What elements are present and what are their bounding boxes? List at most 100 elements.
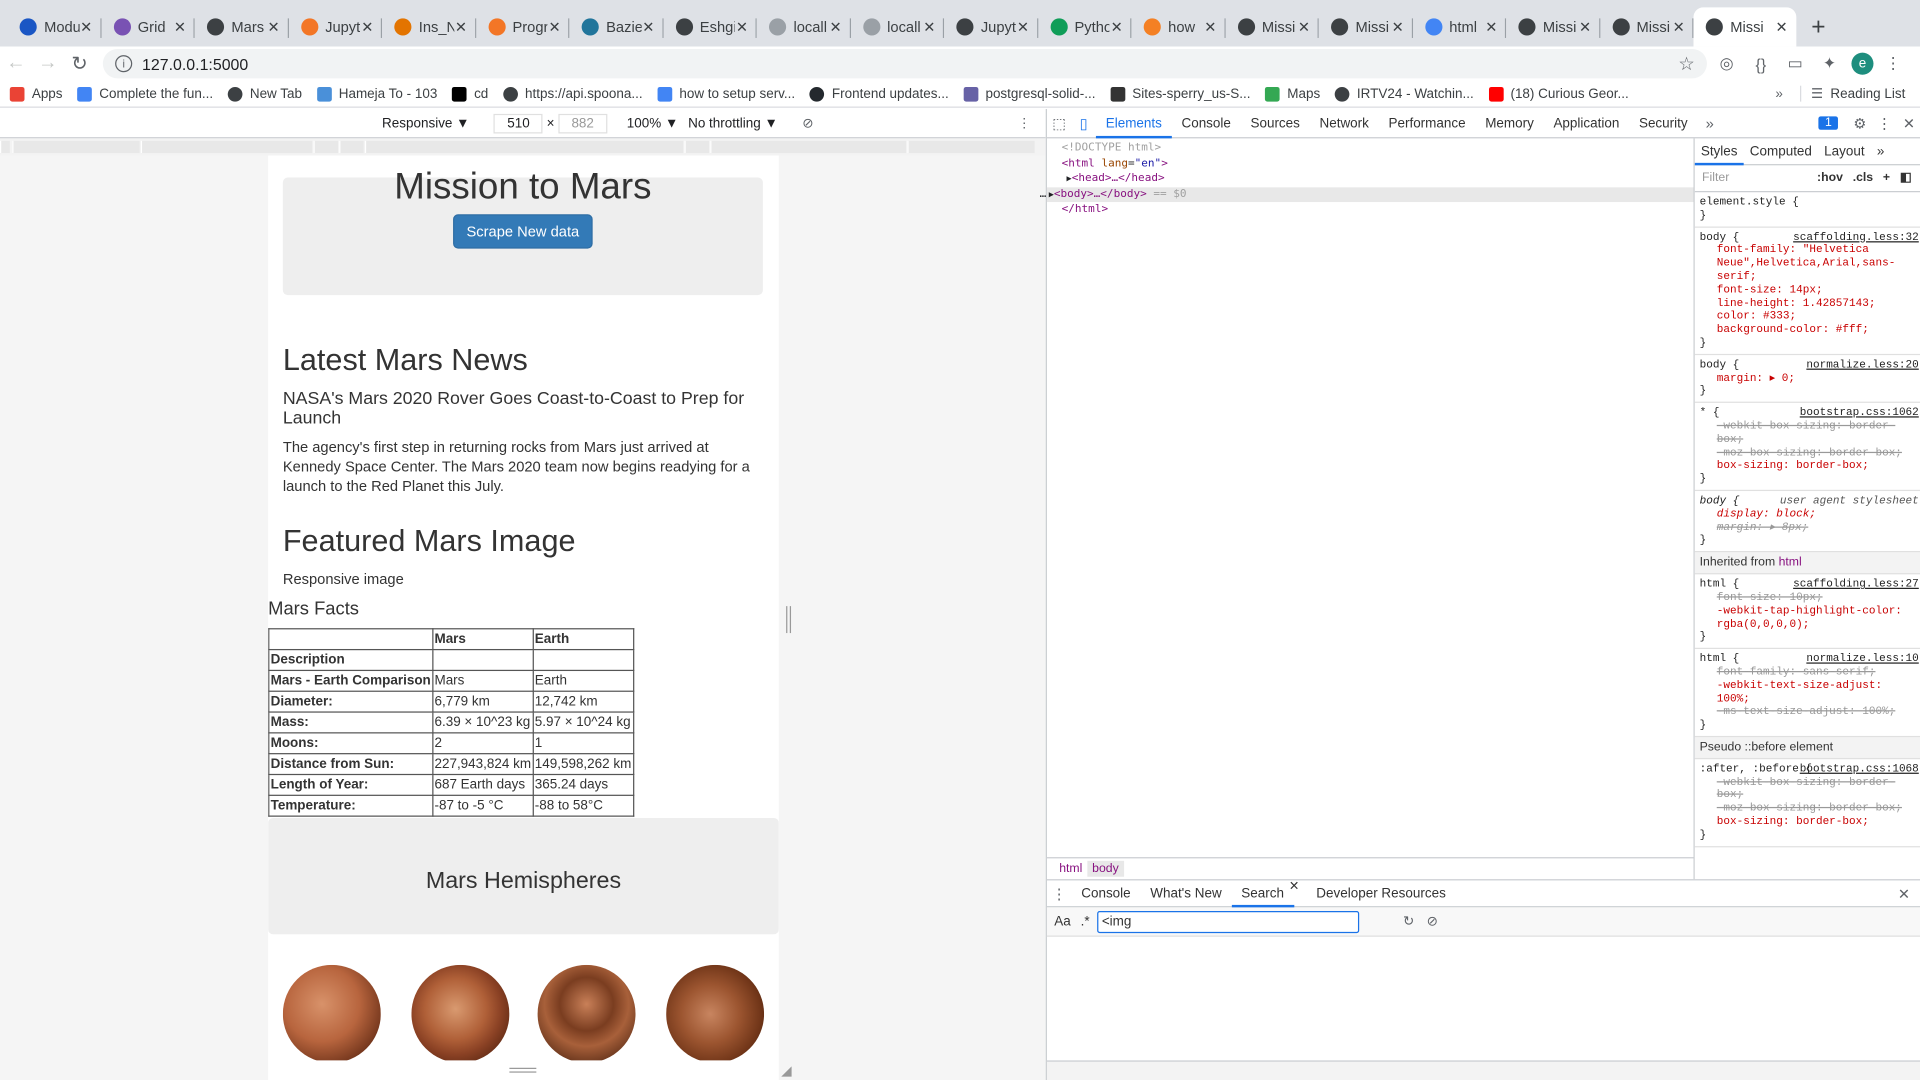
extension-blank-icon[interactable]: ▭	[1780, 51, 1809, 75]
browser-tab[interactable]: how ✕	[1131, 7, 1225, 46]
close-tab-icon[interactable]: ✕	[641, 18, 656, 35]
media-query-ruler[interactable]	[0, 138, 1046, 156]
site-info-icon[interactable]: i	[115, 55, 133, 73]
bookmark-item[interactable]: Frontend updates...	[809, 86, 949, 102]
close-tab-icon[interactable]: ✕	[1774, 18, 1789, 35]
style-rule-element[interactable]: element.style {}	[1694, 192, 1920, 228]
devtools-tab-security[interactable]: Security	[1629, 108, 1697, 137]
styles-filter-input[interactable]: Filter	[1702, 171, 1817, 184]
close-tab-icon[interactable]: ✕	[1016, 18, 1031, 35]
cls-toggle[interactable]: .cls	[1853, 171, 1873, 184]
close-tab-icon[interactable]: ✕	[735, 18, 750, 35]
rotate-icon[interactable]: ⊘	[802, 115, 813, 131]
inspect-element-icon[interactable]: ⬚	[1047, 114, 1071, 131]
dom-head[interactable]: ▶<head>…</head>	[1062, 171, 1694, 186]
breadcrumb-item[interactable]: html	[1054, 861, 1087, 877]
devtools-tab-network[interactable]: Network	[1310, 108, 1379, 137]
viewport-height-input[interactable]: 882	[558, 113, 608, 133]
device-toggle-icon[interactable]: ▯	[1071, 114, 1095, 131]
close-tab-icon[interactable]: ✕	[547, 18, 562, 35]
bookmark-item[interactable]: (18) Curious Geor...	[1488, 86, 1629, 102]
devtools-tab-sources[interactable]: Sources	[1241, 108, 1310, 137]
bookmark-item[interactable]: postgresql-solid-...	[963, 86, 1096, 102]
hemisphere-image[interactable]	[537, 964, 636, 1061]
bookmark-star-icon[interactable]: ☆	[1678, 53, 1694, 75]
close-tab-icon[interactable]: ✕	[1578, 18, 1593, 35]
bookmark-item[interactable]: Sites-sperry_us-S...	[1110, 86, 1251, 102]
browser-tab[interactable]: Grid ✕	[101, 7, 195, 46]
browser-tab[interactable]: locall ✕	[757, 7, 851, 46]
dom-body-selected[interactable]: … ▶<body>…</body> == $0	[1040, 186, 1694, 203]
drawer-tab[interactable]: Console	[1071, 880, 1140, 907]
close-tab-icon[interactable]: ✕	[454, 18, 469, 35]
breadcrumb-item[interactable]: body	[1087, 860, 1124, 877]
close-search-tab-icon[interactable]: ✕	[1289, 880, 1299, 907]
new-tab-button[interactable]: +	[1801, 7, 1835, 46]
close-tab-icon[interactable]: ✕	[360, 18, 375, 35]
resize-right-handle[interactable]	[786, 606, 792, 634]
hemisphere-image[interactable]	[282, 964, 381, 1061]
devtools-tab-performance[interactable]: Performance	[1379, 108, 1476, 137]
drawer-tab[interactable]: Developer Resources	[1306, 880, 1455, 907]
hemisphere-image[interactable]	[666, 964, 765, 1061]
more-bookmarks-icon[interactable]: »	[1775, 86, 1783, 101]
bookmark-item[interactable]: IRTV24 - Watchin...	[1334, 86, 1474, 102]
browser-tab[interactable]: Bazie ✕	[569, 7, 663, 46]
back-icon[interactable]: ←	[0, 53, 32, 75]
styles-tab[interactable]: Layout	[1818, 138, 1871, 164]
translate-icon[interactable]: ◎	[1712, 51, 1741, 75]
close-tab-icon[interactable]: ✕	[79, 18, 94, 35]
style-rule[interactable]: scaffolding.less:32 body { font-family: …	[1694, 227, 1920, 355]
browser-tab[interactable]: Progr ✕	[476, 7, 570, 46]
style-rule[interactable]: user agent stylesheet body { display: bl…	[1694, 491, 1920, 553]
drawer-tab[interactable]: What's New	[1140, 880, 1231, 907]
hemisphere-image[interactable]	[411, 964, 510, 1061]
bookmark-item[interactable]: how to setup serv...	[657, 86, 795, 102]
bookmark-item[interactable]: Apps	[9, 86, 63, 102]
styles-tab[interactable]: Computed	[1744, 138, 1818, 164]
browser-tab[interactable]: Missi ✕	[1506, 7, 1600, 46]
style-rule[interactable]: bootstrap.css:1062 * { -webkit-box-sizin…	[1694, 403, 1920, 491]
address-bar[interactable]: i 127.0.0.1:5000 ☆	[102, 48, 1707, 79]
close-tab-icon[interactable]: ✕	[1203, 18, 1218, 35]
settings-gear-icon[interactable]: ⚙	[1848, 114, 1872, 131]
style-rule[interactable]: bootstrap.css:1068 :after, :before { -we…	[1694, 759, 1920, 847]
close-tab-icon[interactable]: ✕	[1484, 18, 1499, 35]
search-input[interactable]: <img	[1096, 910, 1359, 933]
browser-tab[interactable]: Eshgi ✕	[663, 7, 757, 46]
clear-search-icon[interactable]: ⊘	[1427, 913, 1438, 930]
refresh-search-icon[interactable]: ↻	[1403, 913, 1414, 930]
close-tab-icon[interactable]: ✕	[922, 18, 937, 35]
bookmark-item[interactable]: https://api.spoona...	[503, 86, 643, 102]
new-rule-icon[interactable]: +	[1883, 171, 1890, 184]
style-rule[interactable]: normalize.less:20 body { margin: ▸ 0; }	[1694, 355, 1920, 404]
browser-tab[interactable]: locall ✕	[850, 7, 944, 46]
bookmark-item[interactable]: Maps	[1265, 86, 1320, 102]
browser-tab[interactable]: Modu ✕	[7, 7, 101, 46]
devtools-tab-console[interactable]: Console	[1172, 108, 1241, 137]
scrape-button[interactable]: Scrape New data	[453, 214, 593, 249]
browser-tab[interactable]: Missi ✕	[1225, 7, 1319, 46]
throttling-select[interactable]: No throttling ▼	[688, 116, 778, 131]
close-tab-icon[interactable]: ✕	[1671, 18, 1686, 35]
browser-menu-icon[interactable]: ⋮	[1878, 51, 1907, 75]
style-rule[interactable]: normalize.less:10 html { font-family: sa…	[1694, 649, 1920, 738]
browser-tab[interactable]: Pytho ✕	[1038, 7, 1132, 46]
bookmark-item[interactable]: New Tab	[227, 86, 302, 102]
dom-html-open[interactable]: <html lang="en">	[1062, 156, 1694, 171]
close-tab-icon[interactable]: ✕	[1297, 18, 1312, 35]
browser-tab[interactable]: Missi ✕	[1693, 7, 1797, 47]
reading-list-button[interactable]: Reading List	[1830, 86, 1905, 101]
bookmark-item[interactable]: Hameja To - 103	[316, 86, 437, 102]
reload-icon[interactable]: ↻	[64, 51, 96, 75]
close-tab-icon[interactable]: ✕	[1109, 18, 1124, 35]
regex-toggle[interactable]: .*	[1081, 914, 1090, 929]
drawer-menu-icon[interactable]: ⋮	[1047, 885, 1071, 902]
dom-html-close[interactable]: </html>	[1062, 202, 1694, 217]
resize-corner-handle[interactable]: ◢	[781, 1063, 791, 1079]
device-mode-select[interactable]: Responsive ▼	[382, 116, 469, 131]
close-devtools-icon[interactable]: ✕	[1897, 114, 1920, 131]
browser-tab[interactable]: html ✕	[1412, 7, 1506, 46]
browser-tab[interactable]: Missi ✕	[1600, 7, 1694, 46]
styles-tab[interactable]: »	[1871, 138, 1891, 164]
